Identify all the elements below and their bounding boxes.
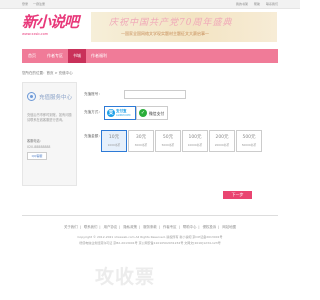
wechat-check-icon: ✓ bbox=[139, 109, 147, 117]
footer-link[interactable]: 联系我们 bbox=[84, 225, 98, 229]
tel-number: 020-88888888 bbox=[27, 145, 51, 149]
footer-link[interactable]: 网站地图 bbox=[222, 225, 236, 229]
footer-link[interactable]: 侵权投诉 bbox=[203, 225, 217, 229]
account-input[interactable] bbox=[124, 90, 186, 99]
breadcrumb: 您所在的位置：首页 > 充值中心 bbox=[22, 71, 73, 75]
sidebar-title: 充值服务中心 bbox=[39, 95, 73, 101]
nav-item-bookstore[interactable]: 书城 bbox=[68, 49, 86, 63]
top-bar-left: 登录 一键注册 bbox=[22, 0, 49, 8]
service-icon bbox=[27, 92, 36, 101]
contact-link[interactable]: 联系我们 bbox=[266, 2, 278, 6]
amount-option[interactable]: 100元 10000书币 bbox=[182, 130, 208, 152]
amount-option[interactable]: 50元 5000书币 bbox=[155, 130, 181, 152]
footer-link[interactable]: 隐私政策 bbox=[123, 225, 137, 229]
wechat-pay-label: 微信支付 bbox=[149, 111, 165, 116]
alipay-subtitle: ALIPAY.COM bbox=[116, 113, 131, 117]
amount-option[interactable]: 200元 20000书币 bbox=[209, 130, 235, 152]
footer-link[interactable]: 帮助中心 bbox=[183, 225, 197, 229]
sidebar-description: 充值后书币即时到账，如有问题请联系在线客服进行咨询。 bbox=[27, 113, 72, 122]
amount-value: 10元 bbox=[108, 135, 120, 140]
watermark-text: 攻收票 bbox=[95, 266, 156, 288]
footer-link[interactable]: 作者专区 bbox=[163, 225, 177, 229]
amount-value: 100元 bbox=[188, 135, 202, 140]
wechat-pay-option[interactable]: ✓ 微信支付 bbox=[136, 106, 168, 120]
amount-note: 10000书币 bbox=[187, 143, 203, 147]
banner-title: 庆祝中国共产党70周年盛典 bbox=[109, 18, 233, 28]
account-label: 充值账号： bbox=[84, 92, 102, 96]
logo-url: www.xxsb.com bbox=[22, 32, 49, 36]
amount-value: 30元 bbox=[135, 135, 147, 140]
tel-label: 客服电话： bbox=[27, 139, 43, 143]
sidebar-header: 充值服务中心 bbox=[27, 91, 72, 103]
sidebar-panel: 充值服务中心 充值后书币即时到账，如有问题请联系在线客服进行咨询。 客服电话： … bbox=[22, 82, 77, 186]
qq-service-button[interactable]: QQ客服 bbox=[27, 152, 47, 160]
top-bar-right: 我的书架 帮助 联系我们 bbox=[231, 0, 278, 8]
alipay-icon: 支 bbox=[107, 109, 115, 117]
main-nav: 首页 作者专区 书城 作者福利 bbox=[22, 49, 278, 63]
next-step-button[interactable]: 下一步 bbox=[223, 191, 252, 199]
logo-text: 新小说吧 bbox=[22, 13, 79, 31]
alipay-option[interactable]: 支 支付宝 ALIPAY.COM bbox=[104, 106, 136, 120]
copyright-line: Copyright © 2012-2021 xhsxwsb.com All Ri… bbox=[77, 235, 223, 239]
amount-value: 200元 bbox=[215, 135, 229, 140]
register-link[interactable]: 一键注册 bbox=[33, 2, 45, 6]
recharge-form: 充值账号： 充值方式： 支 支付宝 ALIPAY.COM ✓ 微信支付 充值金额… bbox=[84, 82, 278, 202]
site-logo[interactable]: 新小说吧 www.xxsb.com bbox=[22, 13, 79, 41]
footer-link[interactable]: 关于我们 bbox=[64, 225, 78, 229]
nav-item-author-zone[interactable]: 作者专区 bbox=[42, 49, 68, 63]
amount-note: 20000书币 bbox=[214, 143, 230, 147]
amount-note: 1000书币 bbox=[107, 143, 121, 147]
top-bar: 登录 一键注册 我的书架 帮助 联系我们 bbox=[0, 0, 300, 9]
footer-links: 关于我们 | 联系我们 | 用户协议 | 隐私政策 | 服务条款 | 作者专区 | 帮助中心… bbox=[64, 225, 236, 229]
amount-label: 充值金额： bbox=[84, 134, 102, 138]
amount-note: 3000书币 bbox=[134, 143, 148, 147]
license-line: 增值电信业务经营许可证 京B2-2013001号 京公网安备1101050203… bbox=[79, 241, 221, 245]
nav-item-author-benefits[interactable]: 作者福利 bbox=[86, 49, 112, 63]
amount-note: 5000书币 bbox=[161, 143, 175, 147]
amount-value: 50元 bbox=[162, 135, 174, 140]
bookshelf-link[interactable]: 我的书架 bbox=[236, 2, 248, 6]
amount-option[interactable]: 10元 1000书币 bbox=[101, 130, 127, 152]
help-link[interactable]: 帮助 bbox=[254, 2, 260, 6]
amount-option[interactable]: 30元 3000书币 bbox=[128, 130, 154, 152]
method-label: 充值方式： bbox=[84, 110, 102, 114]
footer-link[interactable]: 服务条款 bbox=[143, 225, 157, 229]
banner-subtitle: 一国家全国网络文学现实题材主题征文大赛启事一 bbox=[121, 31, 209, 36]
footer: 关于我们 | 联系我们 | 用户协议 | 隐私政策 | 服务条款 | 作者专区 | 帮助中心… bbox=[22, 215, 278, 245]
promo-banner[interactable]: 庆祝中国共产党70周年盛典 一国家全国网络文学现实题材主题征文大赛启事一 bbox=[91, 12, 277, 42]
login-link[interactable]: 登录 bbox=[22, 2, 28, 6]
nav-item-home[interactable]: 首页 bbox=[22, 49, 42, 63]
amount-value: 500元 bbox=[242, 135, 256, 140]
amount-note: 50000书币 bbox=[241, 143, 257, 147]
amount-option[interactable]: 500元 50000书币 bbox=[236, 130, 262, 152]
footer-link[interactable]: 用户协议 bbox=[104, 225, 118, 229]
